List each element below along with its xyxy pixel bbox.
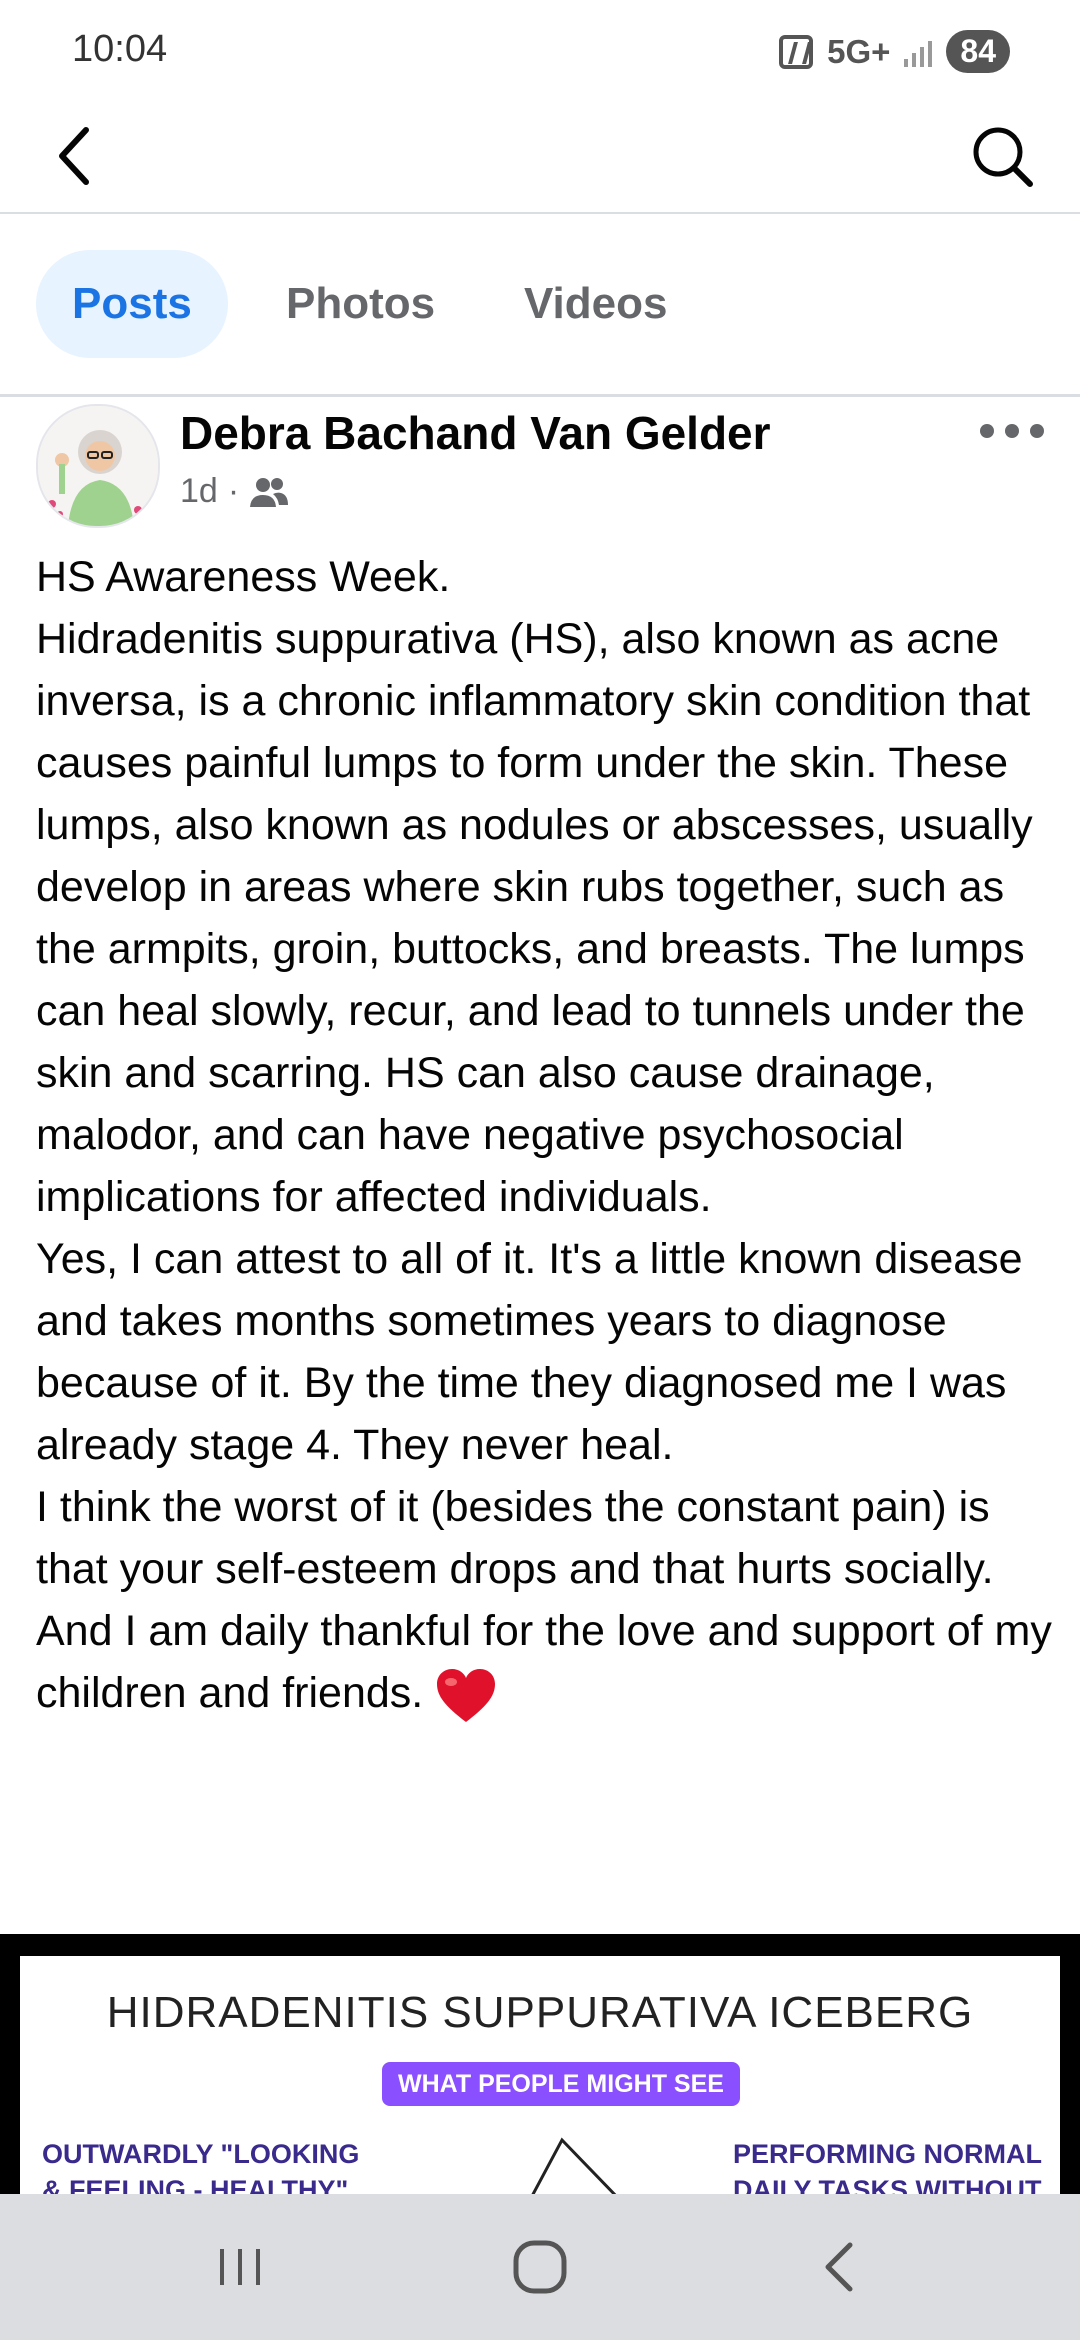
search-button[interactable] <box>964 118 1040 194</box>
more-dot <box>1005 424 1019 438</box>
post-paragraph: HS Awareness Week. <box>36 553 451 601</box>
nav-back-button[interactable] <box>760 2194 920 2340</box>
top-app-bar <box>0 100 1080 214</box>
status-icons: 5G+ 84 <box>779 30 1010 73</box>
back-arrow-icon <box>59 127 89 185</box>
post-paragraph: Hidradenitis suppurativa (HS), also know… <box>36 615 1033 1221</box>
signal-icon <box>904 37 933 67</box>
avatar[interactable] <box>36 404 160 528</box>
home-button[interactable] <box>460 2194 620 2340</box>
post-image[interactable]: HIDRADENITIS SUPPURATIVA ICEBERG WHAT PE… <box>0 1934 1080 2256</box>
tab-posts[interactable]: Posts <box>36 250 228 358</box>
nfc-icon <box>779 34 814 69</box>
post-header: Debra Bachand Van Gelder 1d · <box>0 396 1080 536</box>
search-icon <box>973 127 1033 187</box>
infographic-left-line: OUTWARDLY "LOOKING <box>42 2139 360 2169</box>
post-paragraph-last: And I am daily thankful for the love and… <box>36 1600 1056 1724</box>
battery-badge: 84 <box>946 30 1010 73</box>
system-nav-bar <box>0 2194 1080 2340</box>
tab-photos[interactable]: Photos <box>250 250 471 358</box>
home-icon <box>513 2240 567 2294</box>
post-text: HS Awareness Week. Hidradenitis suppurat… <box>36 546 1056 1724</box>
profile-tabs: Posts Photos Videos <box>0 214 1080 397</box>
post-paragraph: I think the worst of it (besides the con… <box>36 1483 994 1593</box>
status-time: 10:04 <box>72 28 168 70</box>
heart-emoji <box>437 1668 496 1722</box>
recent-apps-button[interactable] <box>160 2194 320 2340</box>
post-author[interactable]: Debra Bachand Van Gelder <box>180 406 771 460</box>
post-meta: 1d · <box>180 472 289 511</box>
more-dot <box>980 424 994 438</box>
back-button[interactable] <box>40 118 116 194</box>
back-icon <box>825 2242 853 2292</box>
more-options-button[interactable] <box>980 416 1044 446</box>
post-paragraph: Yes, I can attest to all of it. It's a l… <box>36 1235 1023 1469</box>
infographic-right-line: PERFORMING NORMAL <box>733 2139 1042 2169</box>
post-time[interactable]: 1d <box>180 472 218 511</box>
recent-apps-icon <box>220 2249 260 2285</box>
infographic-pill: WHAT PEOPLE MIGHT SEE <box>382 2062 740 2106</box>
avatar-illustration <box>38 406 158 526</box>
post-paragraph: And I am daily thankful for the love and… <box>36 1607 1052 1717</box>
network-type: 5G+ <box>827 32 891 70</box>
more-dot <box>1030 424 1044 438</box>
infographic-title: HIDRADENITIS SUPPURATIVA ICEBERG <box>106 1988 974 2037</box>
meta-separator: · <box>227 472 240 510</box>
friends-icon <box>250 477 289 507</box>
tab-videos[interactable]: Videos <box>488 250 703 358</box>
status-bar: 10:04 5G+ 84 <box>0 0 1080 100</box>
